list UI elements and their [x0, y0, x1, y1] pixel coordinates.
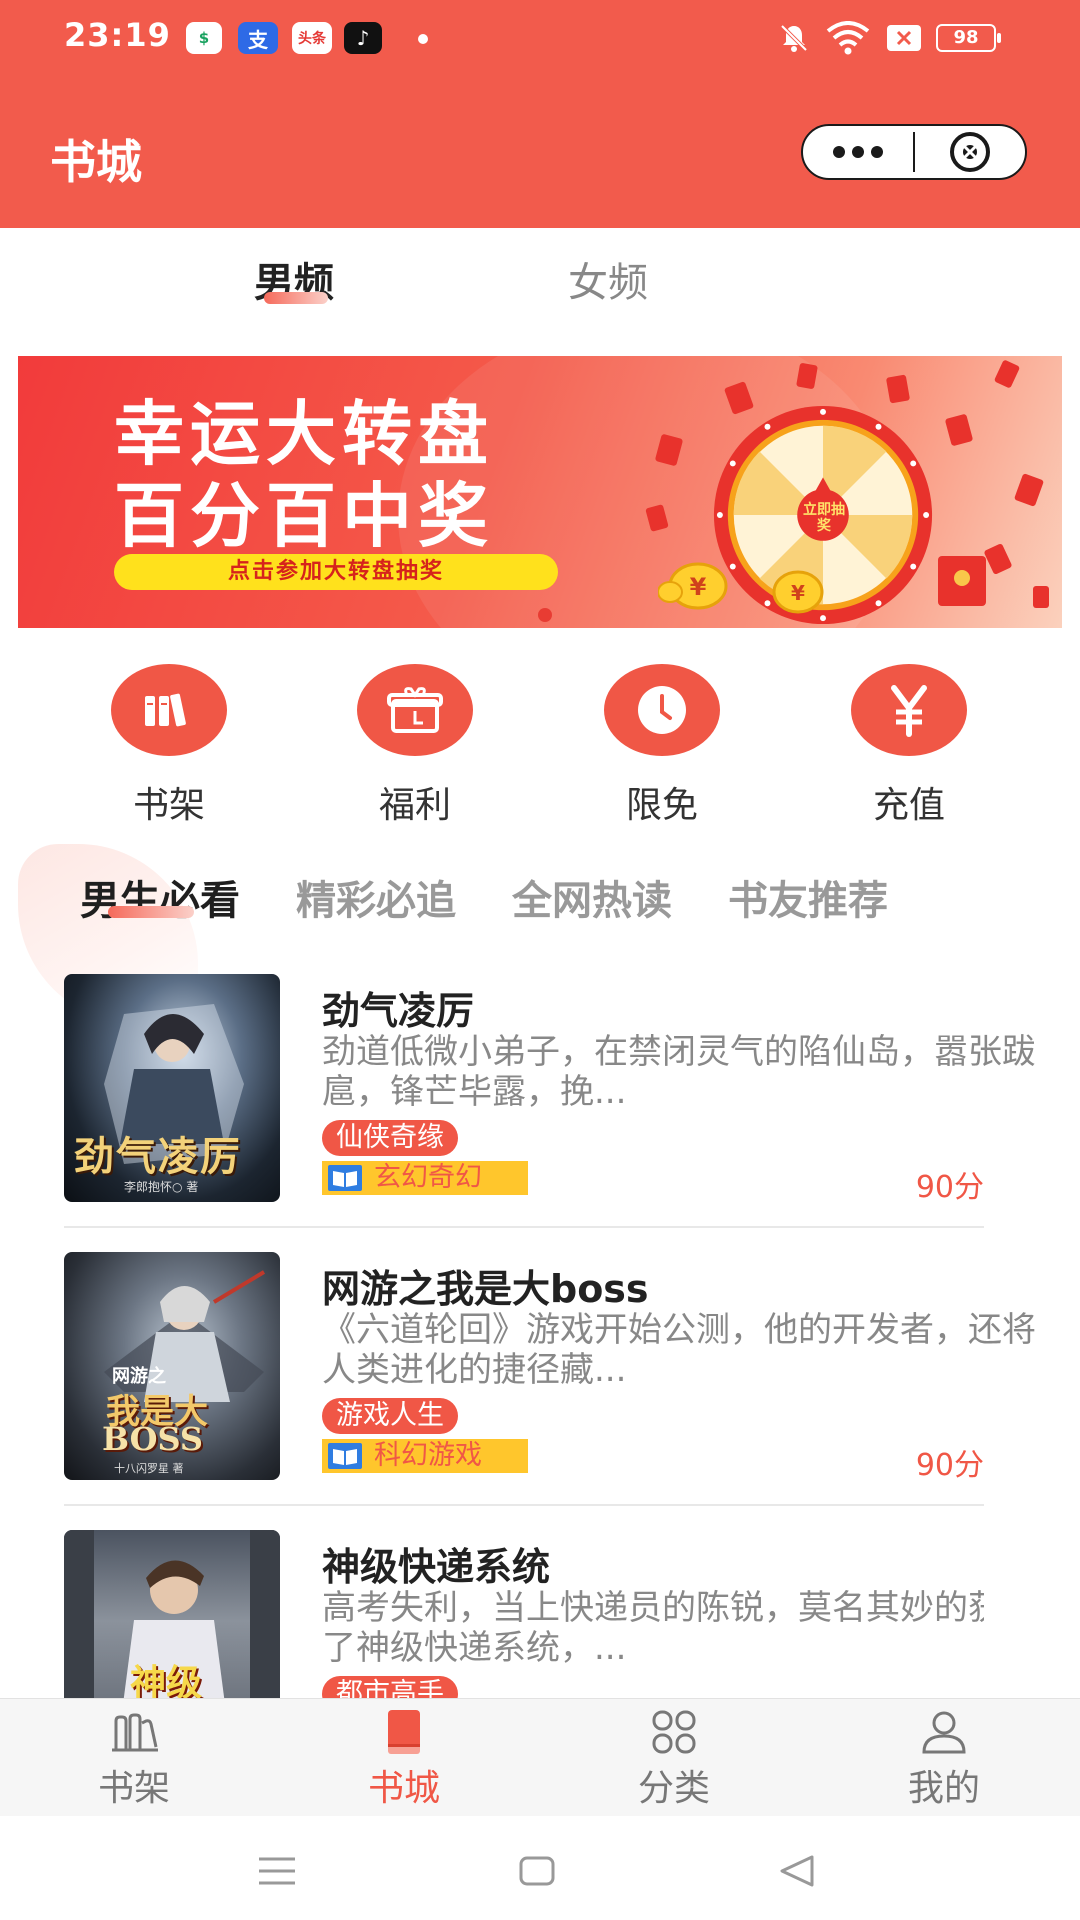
quick-link-welfare[interactable]: 福利: [353, 664, 477, 828]
carousel-indicator: [538, 608, 552, 622]
book-icon: [344, 1707, 464, 1757]
quick-link-label: 限免: [625, 785, 698, 826]
book-description: 高考失利，当上快递员的陈锐，莫名其妙的获得了神级快递系统，...: [322, 1588, 984, 1668]
book-list-item[interactable]: 劲气凌厉 李郎抱怀○ 著 劲气凌厉 劲道低微小弟子，在禁闭灵气的陷仙岛，嚣张跋扈…: [64, 974, 1036, 1234]
security-badge-icon: $: [186, 22, 222, 54]
bookshelf-icon: [111, 664, 227, 756]
category-grid-icon: [614, 1707, 734, 1757]
tabbar-label: 书架: [97, 1768, 170, 1809]
miniapp-capsule: [801, 124, 1027, 180]
book-genre-label: 玄幻奇幻: [374, 1162, 482, 1193]
book-tag: 仙侠奇缘: [322, 1120, 458, 1156]
tabbar-category[interactable]: 分类: [614, 1707, 734, 1811]
quick-link-label: 福利: [378, 785, 451, 826]
gift-icon: [357, 664, 473, 756]
banner-headline-2: 百分百中奖: [114, 475, 494, 557]
tabbar-profile[interactable]: 我的: [884, 1707, 1004, 1811]
book-title[interactable]: 神级快递系统: [322, 1536, 550, 1591]
cover-title: 劲气凌厉: [74, 1133, 242, 1180]
status-time: 23:19: [64, 16, 171, 54]
book-title[interactable]: 劲气凌厉: [322, 980, 474, 1035]
svg-text:¥: ¥: [690, 573, 707, 601]
coins-decoration: ¥ ¥: [658, 562, 824, 614]
open-book-icon: [328, 1443, 362, 1469]
sim-x-icon: [886, 18, 924, 58]
book-description: 《六道轮回》游戏开始公测，他的开发者，还将人类进化的捷径藏...: [322, 1310, 1036, 1390]
more-dots-icon: [833, 146, 883, 158]
tabbar-label: 分类: [637, 1768, 710, 1809]
tabbar-label: 书城: [367, 1768, 440, 1809]
toutiao-icon: 头条: [292, 22, 332, 54]
mute-bell-icon: [778, 18, 812, 58]
quick-link-label: 充值: [872, 785, 945, 826]
book-list-item[interactable]: 网游之 我是大 BOSS 十八闪罗星 著 网游之我是大boss 《六道轮回》游戏…: [64, 1252, 1036, 1512]
svg-text:¥: ¥: [791, 581, 805, 605]
book-description: 劲道低微小弟子，在禁闭灵气的陷仙岛，嚣张跋扈，锋芒毕露，挽...: [322, 1032, 1036, 1112]
book-cover[interactable]: 网游之 我是大 BOSS 十八闪罗星 著: [64, 1252, 280, 1480]
book-genre-label: 科幻游戏: [374, 1440, 482, 1471]
close-circle-icon: [950, 132, 990, 172]
section-tab-indicator: [108, 906, 194, 918]
cover-author: 李郎抱怀○ 著: [124, 1180, 199, 1194]
cover-title-2: BOSS: [102, 1420, 204, 1458]
tab-active-indicator: [264, 292, 328, 304]
more-options-button[interactable]: [803, 126, 913, 178]
book-tag: 游戏人生: [322, 1398, 458, 1434]
tiktok-icon: ♪: [344, 22, 382, 54]
quick-link-free[interactable]: 限免: [600, 664, 724, 828]
book-score: 90分: [915, 1170, 984, 1205]
book-tag: 都市高手: [322, 1676, 458, 1698]
section-tab-exciting[interactable]: 精彩必追: [296, 868, 456, 926]
book-genre: 玄幻奇幻: [322, 1161, 528, 1195]
alipay-icon: 支: [238, 22, 278, 54]
book-cover[interactable]: 神级: [64, 1530, 280, 1698]
clock-icon: [604, 664, 720, 756]
bookshelf-outline-icon: [74, 1707, 194, 1757]
wheel-center-label: 立即抽奖: [803, 502, 845, 534]
battery-indicator: 98: [936, 24, 1001, 52]
book-genre: 科幻游戏: [322, 1439, 528, 1473]
cover-title: 神级: [130, 1663, 203, 1698]
book-title[interactable]: 网游之我是大boss: [322, 1258, 649, 1313]
user-icon: [884, 1707, 1004, 1757]
section-tab-hot[interactable]: 全网热读: [512, 868, 672, 926]
quick-link-label: 书架: [132, 785, 205, 826]
bottom-tab-bar: 书架 书城 分类 我的: [0, 1698, 1080, 1816]
tabbar-label: 我的: [907, 1768, 980, 1809]
quick-link-bookshelf[interactable]: 书架: [107, 664, 231, 828]
page-title: 书城: [50, 135, 142, 189]
back-icon[interactable]: [772, 1846, 822, 1896]
more-notifications-dot: [418, 34, 428, 44]
status-bar: 23:19 $ 支 头条 ♪ 98: [0, 0, 1080, 78]
lucky-wheel-banner[interactable]: 幸运大转盘 百分百中奖 点击参加大转盘抽奖 立即抽奖 ¥ ¥: [18, 356, 1062, 628]
tab-female[interactable]: 女频: [568, 250, 648, 308]
system-navigation-bar: [0, 1816, 1080, 1920]
book-score: 90分: [915, 1448, 984, 1483]
list-divider: [64, 1226, 984, 1228]
book-cover[interactable]: 劲气凌厉 李郎抱怀○ 著: [64, 974, 280, 1202]
yuan-icon: [851, 664, 967, 756]
quick-link-recharge[interactable]: 充值: [847, 664, 971, 828]
menu-icon[interactable]: [252, 1846, 302, 1896]
tabbar-bookstore[interactable]: 书城: [344, 1707, 464, 1811]
open-book-icon: [328, 1165, 362, 1191]
section-tab-recommend[interactable]: 书友推荐: [728, 868, 888, 926]
banner-cta[interactable]: 点击参加大转盘抽奖: [114, 554, 558, 590]
close-miniapp-button[interactable]: [915, 126, 1025, 178]
wifi-icon: [826, 18, 872, 58]
list-divider: [64, 1504, 984, 1506]
tabbar-bookshelf[interactable]: 书架: [74, 1707, 194, 1811]
home-icon[interactable]: [512, 1846, 562, 1896]
book-list-item[interactable]: 神级 神级快递系统 高考失利，当上快递员的陈锐，莫名其妙的获得了神级快递系统，.…: [64, 1530, 984, 1698]
cover-author: 十八闪罗星 著: [114, 1462, 184, 1475]
top-bar: 23:19 $ 支 头条 ♪ 98 书城: [0, 0, 1080, 228]
